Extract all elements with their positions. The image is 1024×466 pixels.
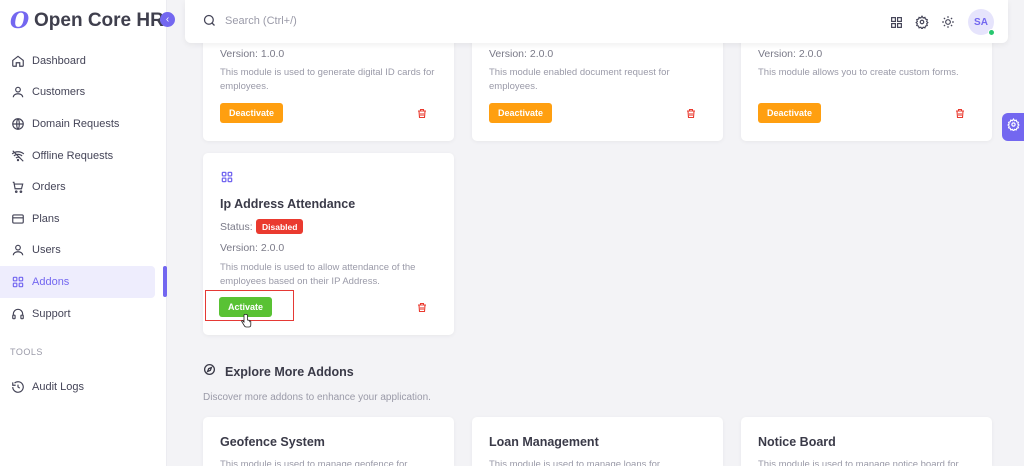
topbar-actions: SA (878, 9, 995, 36)
addon-grid-icon (220, 170, 234, 189)
sidebar-item-support[interactable]: Support (0, 298, 167, 330)
addon-title: Loan Management (489, 435, 599, 449)
search-icon[interactable] (202, 13, 217, 33)
addon-description: This module is used to manage geofence f… (220, 459, 408, 466)
sidebar-section-tools: TOOLS (10, 347, 43, 357)
sidebar-item-label: Audit Logs (32, 380, 84, 393)
customizer-button[interactable] (1002, 113, 1024, 141)
shortcuts-grid-icon[interactable] (888, 14, 904, 30)
hand-cursor-icon (241, 314, 252, 333)
cart-icon (10, 179, 26, 195)
addon-title: Notice Board (758, 435, 836, 449)
gear-icon (1006, 118, 1020, 136)
globe-icon (10, 116, 26, 132)
brand-name: Open Core HR (34, 10, 164, 31)
compass-icon (203, 363, 216, 381)
deactivate-button[interactable]: Deactivate (489, 103, 552, 123)
sidebar-item-customers[interactable]: Customers (0, 77, 167, 109)
deactivate-button[interactable]: Deactivate (758, 103, 821, 123)
status-label: Status: (220, 221, 253, 233)
sidebar: O Open Core HR Dashboard Customers Domai… (0, 0, 167, 466)
explore-addon-card: Notice Board This module is used to mana… (741, 417, 992, 466)
addon-description: This module allows you to create custom … (758, 67, 959, 78)
sidebar-item-label: Support (32, 307, 71, 320)
home-icon (10, 53, 26, 69)
sidebar-item-label: Orders (32, 181, 66, 194)
topbar: SA (185, 0, 1008, 43)
credit-card-icon (10, 211, 26, 227)
addon-description: This module is used to generate digital … (220, 67, 435, 92)
brand-logo-icon: O (10, 8, 30, 34)
sidebar-item-label: Customers (32, 86, 86, 99)
status-badge: Disabled (256, 219, 304, 234)
sidebar-nav: Dashboard Customers Domain Requests Offl… (0, 45, 167, 329)
avatar[interactable]: SA (968, 9, 995, 36)
brand[interactable]: O Open Core HR (10, 8, 164, 34)
addon-description: This module is used to manage loans for (489, 459, 661, 466)
addon-version: Version: 1.0.0 (220, 48, 285, 60)
addon-title: Ip Address Attendance (220, 197, 356, 211)
deactivate-button[interactable]: Deactivate (220, 103, 283, 123)
history-icon (10, 379, 26, 395)
explore-addon-card: Loan Management This module is used to m… (472, 417, 723, 466)
trash-icon[interactable] (416, 107, 428, 120)
collapse-sidebar-button[interactable]: ‹ (160, 12, 175, 27)
explore-subtitle: Discover more addons to enhance your app… (203, 392, 431, 403)
sidebar-item-label: Plans (32, 212, 60, 225)
settings-gear-icon[interactable] (914, 14, 930, 30)
sidebar-item-offline-requests[interactable]: Offline Requests (0, 140, 167, 172)
addon-description: This module is used to allow attendance … (220, 262, 416, 287)
trash-icon[interactable] (416, 301, 428, 314)
sidebar-item-label: Dashboard (32, 54, 86, 67)
user-icon (10, 84, 26, 100)
wifi-off-icon (10, 148, 26, 164)
addon-version: Version: 2.0.0 (758, 48, 823, 60)
headset-icon (10, 306, 26, 322)
addon-version: Version: 2.0.0 (489, 48, 554, 60)
explore-title: Explore More Addons (225, 365, 354, 379)
addon-version: Version: 2.0.0 (220, 242, 285, 254)
sidebar-item-label: Domain Requests (32, 117, 120, 130)
explore-addon-card: Geofence System This module is used to m… (203, 417, 454, 466)
online-status-dot (988, 29, 995, 36)
sidebar-item-label: Users (32, 244, 61, 257)
sidebar-item-label: Offline Requests (32, 149, 114, 162)
sidebar-item-dashboard[interactable]: Dashboard (0, 45, 167, 77)
avatar-initials: SA (974, 16, 988, 28)
trash-icon[interactable] (954, 107, 966, 120)
grid-icon (10, 274, 26, 290)
sidebar-item-addons[interactable]: Addons (0, 266, 167, 298)
explore-section-heading: Explore More Addons (203, 363, 354, 381)
theme-sun-icon[interactable] (940, 14, 956, 30)
addon-description: This module enabled document request for… (489, 67, 670, 92)
sidebar-item-users[interactable]: Users (0, 235, 167, 267)
search-input[interactable] (225, 12, 525, 30)
chevron-left-icon: ‹ (165, 14, 170, 25)
addon-title: Geofence System (220, 435, 325, 449)
trash-icon[interactable] (685, 107, 697, 120)
user-icon (10, 242, 26, 258)
sidebar-item-orders[interactable]: Orders (0, 171, 167, 203)
sidebar-item-label: Addons (32, 275, 70, 288)
sidebar-item-domain-requests[interactable]: Domain Requests (0, 108, 167, 140)
addon-description: This module is used to manage notice boa… (758, 459, 959, 466)
sidebar-item-plans[interactable]: Plans (0, 203, 167, 235)
sidebar-item-audit-logs[interactable]: Audit Logs (0, 371, 167, 403)
